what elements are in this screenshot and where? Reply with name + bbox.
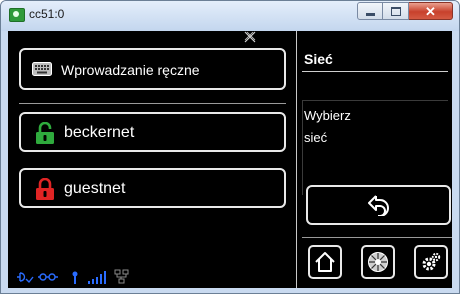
network-label: guestnet — [64, 180, 126, 197]
panel-divider — [296, 31, 297, 288]
home-button[interactable] — [308, 245, 342, 279]
maximize-button[interactable] — [383, 2, 409, 20]
network-label: beckernet — [64, 124, 135, 141]
divider — [302, 100, 303, 195]
app-window: cc51:0 ✕ Wprowadzanie ręczne beckernet g… — [0, 0, 460, 294]
lan-icon — [114, 269, 129, 284]
network-icon — [38, 273, 58, 281]
back-icon — [368, 195, 389, 216]
lock-closed-icon — [36, 178, 54, 200]
settings-icon — [422, 252, 441, 271]
settings-button[interactable] — [414, 245, 448, 279]
close-icon: ✕ — [425, 4, 436, 19]
disc-icon — [368, 252, 388, 272]
network-item-guestnet[interactable]: guestnet — [19, 168, 286, 208]
title-bar[interactable]: cc51:0 ✕ — [1, 1, 459, 31]
divider — [19, 103, 286, 104]
prompt-line: sieć — [304, 130, 328, 145]
divider — [302, 237, 452, 238]
divider — [302, 100, 448, 101]
status-bar — [17, 269, 129, 284]
back-button[interactable] — [306, 185, 451, 225]
manual-entry-label: Wprowadzanie ręczne — [61, 62, 200, 78]
prompt-line: Wybierz — [304, 108, 351, 123]
home-icon — [315, 252, 335, 272]
app-icon — [9, 8, 25, 22]
title-underline — [302, 71, 448, 72]
keyboard-icon — [32, 62, 52, 76]
manual-entry-button[interactable]: Wprowadzanie ręczne — [19, 48, 286, 90]
device-screen: Wprowadzanie ręczne beckernet guestnet S… — [8, 31, 452, 288]
close-icon[interactable] — [243, 30, 257, 44]
network-item-beckernet[interactable]: beckernet — [19, 112, 286, 152]
media-button[interactable] — [361, 245, 395, 279]
panel-title: Sieć — [304, 51, 333, 67]
signal-bars-icon — [88, 271, 106, 284]
power-icon — [17, 272, 34, 284]
lock-open-icon — [36, 122, 54, 144]
window-controls: ✕ — [357, 2, 453, 22]
close-window-button[interactable]: ✕ — [409, 2, 453, 20]
antenna-icon — [72, 271, 78, 284]
minimize-button[interactable] — [357, 2, 383, 20]
prompt-text: Wybierz sieć — [304, 105, 424, 149]
window-title: cc51:0 — [29, 7, 65, 21]
